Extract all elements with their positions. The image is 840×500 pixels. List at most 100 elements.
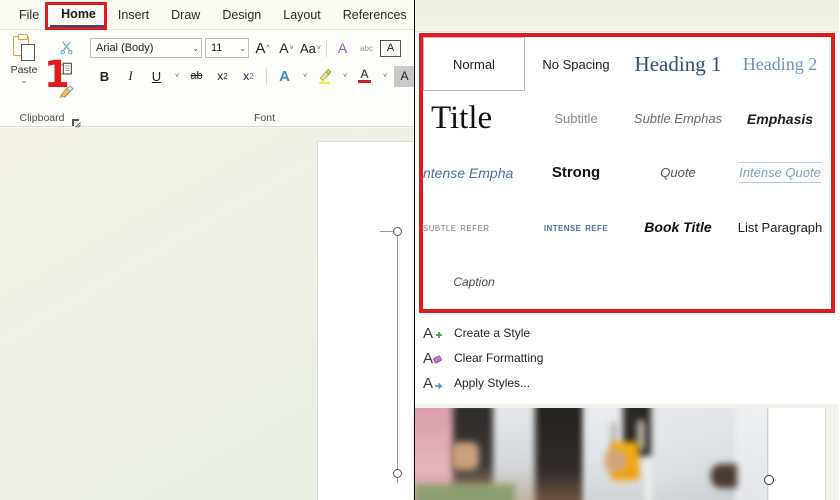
styles-gallery-highlight-box: Normal No Spacing Heading 1 Heading 2 Ti… xyxy=(419,33,835,313)
style-item-intense-reference[interactable]: Intense Refe xyxy=(525,200,627,254)
ribbon-tab-draw[interactable]: Draw xyxy=(160,4,211,26)
resize-handle-bottom[interactable] xyxy=(393,469,402,478)
style-label: Subtitle xyxy=(554,111,598,127)
style-item-no-spacing[interactable]: No Spacing xyxy=(525,37,627,91)
font-size-combo[interactable]: 11 ⌄ xyxy=(205,38,249,58)
font-group-label: Font xyxy=(253,112,275,124)
ribbon-tab-references[interactable]: References xyxy=(332,4,414,26)
style-item-intense-quote[interactable]: Intense Quote xyxy=(729,146,831,200)
a-arrow-icon: A xyxy=(423,373,445,393)
font-name-combo[interactable]: Arial (Body) ⌄ xyxy=(90,38,202,58)
ribbon-tab-design[interactable]: Design xyxy=(211,4,272,26)
font-row-bottom: B I U ˅ ab x2 x 2 A ˅ ˅ A ˅ A xyxy=(90,64,414,88)
grow-font-button[interactable]: A ^ xyxy=(252,38,273,59)
style-item-heading-2[interactable]: Heading 2 xyxy=(729,37,831,91)
style-label: Intense Quote xyxy=(739,162,821,184)
style-label: Quote xyxy=(660,165,696,181)
style-item-intense-emphasis[interactable]: ntense Empha xyxy=(423,146,525,200)
highlight-dropdown[interactable]: ˅ xyxy=(340,66,349,87)
style-item-subtle-reference[interactable]: Subtle Refer xyxy=(423,200,525,254)
document-photo-strip xyxy=(415,404,839,500)
menu-item-clear-formatting[interactable]: A Clear Formatting xyxy=(423,345,653,370)
style-label: List Paragraph xyxy=(737,219,823,235)
paste-dropdown-caret-icon[interactable]: ⌄ xyxy=(21,77,28,85)
menu-item-create-a-style[interactable]: A Create a Style xyxy=(423,320,653,345)
italic-button[interactable]: I xyxy=(120,66,141,87)
clear-formatting-button[interactable]: A xyxy=(332,38,353,59)
paste-icon xyxy=(11,34,37,63)
style-item-heading-1[interactable]: Heading 1 xyxy=(627,37,729,91)
clipboard-dialog-launcher-icon[interactable] xyxy=(72,115,81,128)
clear-formatting-icon: A xyxy=(337,40,348,56)
ribbon-top-band xyxy=(415,0,839,32)
style-item-subtle-emphasis[interactable]: Subtle Emphas xyxy=(627,91,729,145)
ribbon-tab-home[interactable]: Home xyxy=(50,3,107,27)
change-case-icon: Aa xyxy=(300,40,316,56)
styles-menu: A Create a Style A Clear Formatting A Ap… xyxy=(423,320,653,395)
font-color-dropdown[interactable]: ˅ xyxy=(380,66,389,87)
style-item-emphasis[interactable]: Emphasis xyxy=(729,91,831,145)
style-label: Subtle Emphas xyxy=(633,111,723,127)
photo-resize-handle[interactable] xyxy=(764,475,774,485)
character-border-button[interactable]: A xyxy=(380,39,401,57)
a-plus-icon: A xyxy=(423,323,445,343)
selection-edge xyxy=(397,228,398,483)
underline-button[interactable]: U xyxy=(146,66,167,87)
highlighter-icon xyxy=(318,68,331,84)
style-label: No Spacing xyxy=(542,56,610,72)
ribbon-tab-insert[interactable]: Insert xyxy=(107,4,160,26)
italic-icon: I xyxy=(128,68,133,83)
change-case-button[interactable]: Aa ˅ xyxy=(300,38,321,59)
style-item-normal[interactable]: Normal xyxy=(423,37,525,92)
shading-button[interactable]: A xyxy=(394,65,414,87)
style-label: ntense Empha xyxy=(423,164,514,181)
chevron-down-icon[interactable]: ⌄ xyxy=(192,44,199,53)
style-label: Caption xyxy=(453,274,495,289)
bold-button[interactable]: B xyxy=(94,66,115,87)
shrink-font-button[interactable]: A ˅ xyxy=(276,38,297,59)
font-color-button[interactable]: A xyxy=(354,66,375,87)
chevron-down-icon[interactable]: ⌄ xyxy=(239,44,246,53)
subscript-button[interactable]: x2 xyxy=(212,66,233,87)
style-item-subtitle[interactable]: Subtitle xyxy=(525,91,627,145)
text-effects-button[interactable]: A xyxy=(274,66,295,87)
style-item-title[interactable]: Title xyxy=(423,91,525,145)
text-highlight-button[interactable] xyxy=(314,66,335,87)
font-group: Arial (Body) ⌄ 11 ⌄ A ^ A ˅ Aa ˅ A abc A… xyxy=(84,30,414,126)
screenshot-root: File Home Insert Draw Design Layout Refe… xyxy=(0,0,840,500)
style-label: Title xyxy=(431,100,493,137)
paste-label: Paste xyxy=(10,64,38,76)
phonetic-guide-button[interactable]: abc xyxy=(356,38,377,59)
strikethrough-button[interactable]: ab xyxy=(186,66,207,87)
font-size-value: 11 xyxy=(211,42,223,54)
style-label: Subtle Refer xyxy=(423,220,490,235)
text-effects-dropdown[interactable]: ˅ xyxy=(300,66,309,87)
shading-icon: A xyxy=(400,69,409,83)
superscript-button[interactable]: x2 xyxy=(238,66,259,87)
selection-tick xyxy=(380,231,394,232)
style-label: Emphasis xyxy=(746,110,814,127)
menu-item-apply-styles[interactable]: A Apply Styles... xyxy=(423,370,653,395)
style-item-list-paragraph[interactable]: List Paragraph xyxy=(729,200,831,254)
style-item-empty-1 xyxy=(525,255,627,309)
svg-text:A: A xyxy=(423,350,433,367)
style-item-quote[interactable]: Quote xyxy=(627,146,729,200)
step-marker-1: 1 xyxy=(44,53,70,96)
style-item-strong[interactable]: Strong xyxy=(525,146,627,200)
bold-icon: B xyxy=(99,68,110,84)
svg-text:A: A xyxy=(423,325,433,342)
font-row-top: Arial (Body) ⌄ 11 ⌄ A ^ A ˅ Aa ˅ A abc A xyxy=(90,36,414,60)
style-label: Heading 2 xyxy=(742,53,818,74)
ribbon-tab-layout[interactable]: Layout xyxy=(272,4,332,26)
underline-dropdown[interactable]: ˅ xyxy=(172,66,181,87)
document-canvas xyxy=(0,128,414,500)
ribbon-tab-file[interactable]: File xyxy=(8,4,50,26)
style-item-caption[interactable]: Caption xyxy=(423,255,525,309)
style-item-book-title[interactable]: Book Title xyxy=(627,200,729,254)
inserted-photo[interactable] xyxy=(415,408,768,500)
document-page xyxy=(317,141,413,500)
resize-handle-top[interactable] xyxy=(393,227,402,236)
character-border-icon: A xyxy=(386,42,395,54)
a-eraser-icon: A xyxy=(423,348,445,368)
document-page-white xyxy=(769,408,826,500)
